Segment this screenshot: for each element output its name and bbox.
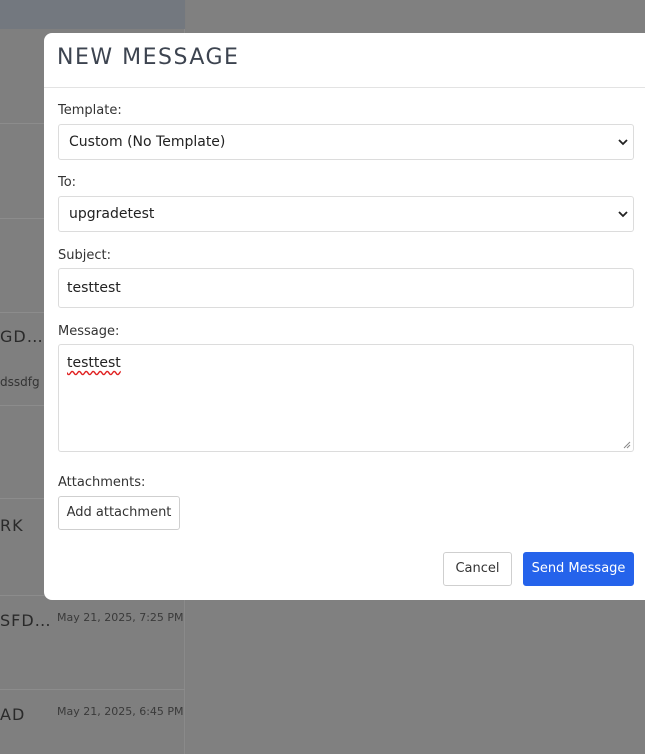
new-message-dialog: NEW MESSAGE Template: Custom (No Templat…: [44, 33, 645, 600]
list-item-title: GD…: [0, 327, 44, 346]
list-item-title: AD: [0, 705, 26, 724]
send-message-button[interactable]: Send Message: [523, 552, 634, 586]
chevron-down-icon: [618, 139, 628, 146]
list-item-timestamp: May 21, 2025, 6:45 PM: [57, 705, 184, 718]
template-select[interactable]: Custom (No Template): [58, 124, 634, 160]
chevron-down-icon: [618, 211, 628, 218]
template-label: Template:: [58, 103, 122, 118]
list-item[interactable]: SFD… May 21, 2025, 7:25 PM: [0, 596, 185, 690]
list-item[interactable]: AD May 21, 2025, 6:45 PM: [0, 690, 185, 754]
dialog-title: NEW MESSAGE: [57, 45, 240, 70]
add-attachment-button[interactable]: Add attachment: [58, 496, 180, 530]
subject-input[interactable]: testtest: [58, 268, 634, 308]
list-topbar: [0, 0, 185, 29]
dialog-header: NEW MESSAGE: [44, 33, 645, 88]
message-textarea-value: testtest: [67, 355, 121, 371]
recipient-select[interactable]: upgradetest: [58, 196, 634, 232]
subject-input-value: testtest: [67, 280, 121, 296]
template-select-value: Custom (No Template): [69, 134, 226, 150]
list-item-title: RK: [0, 516, 24, 535]
list-item-timestamp: May 21, 2025, 7:25 PM: [57, 611, 184, 624]
list-item-preview: dssdfg: [0, 375, 40, 389]
subject-label: Subject:: [58, 248, 111, 263]
recipient-select-value: upgradetest: [69, 206, 155, 222]
to-label: To:: [58, 175, 77, 190]
list-item-title: SFD…: [0, 611, 52, 630]
attachments-label: Attachments:: [58, 475, 146, 490]
message-textarea[interactable]: testtest: [58, 344, 634, 452]
resize-handle-icon[interactable]: [623, 441, 631, 449]
cancel-button[interactable]: Cancel: [443, 552, 512, 586]
message-label: Message:: [58, 324, 120, 339]
